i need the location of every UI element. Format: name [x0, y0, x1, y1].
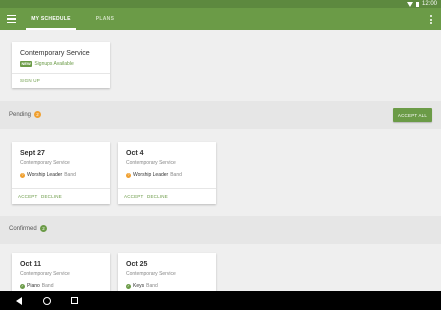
- pending-card: Sept 27 Contemporary Service ? Worship L…: [12, 142, 110, 204]
- card-divider: [12, 73, 110, 74]
- system-nav-bar: [0, 291, 441, 310]
- card-date: Oct 25: [126, 261, 148, 268]
- decline-button[interactable]: DECLINE: [41, 194, 62, 199]
- card-service: Contemporary Service: [20, 271, 70, 277]
- home-button[interactable]: [41, 295, 52, 306]
- confirmed-count-badge: 2: [40, 225, 47, 232]
- signup-subtitle: Signups Available: [34, 61, 74, 67]
- pending-section-header: [0, 101, 441, 129]
- check-circle-icon: ✓: [126, 283, 131, 289]
- status-time: 12:00: [421, 1, 437, 7]
- back-icon: [15, 296, 22, 305]
- card-service: Contemporary Service: [126, 271, 176, 277]
- confirmed-section-header: [0, 216, 441, 244]
- pending-label: Pending: [9, 112, 32, 118]
- team-name: Band: [170, 172, 182, 178]
- team-name: Band: [146, 283, 158, 289]
- card-role: ✓ Piano Band: [20, 283, 53, 289]
- role-name: Keys: [133, 283, 145, 289]
- recents-icon: [71, 297, 78, 304]
- card-service: Contemporary Service: [20, 160, 70, 166]
- accept-button[interactable]: ACCEPT: [18, 194, 37, 199]
- card-divider: [12, 188, 110, 189]
- card-role: ✓ Keys Band: [126, 283, 158, 289]
- sign-up-button[interactable]: SIGN UP: [20, 78, 40, 83]
- role-name: Piano: [27, 283, 40, 289]
- card-date: Sept 27: [20, 150, 45, 157]
- battery-icon: [415, 1, 419, 7]
- overflow-menu-icon[interactable]: [430, 15, 433, 24]
- question-circle-icon: ?: [20, 172, 25, 178]
- role-name: Worship Leader: [27, 172, 63, 178]
- card-role: ? Worship Leader Band: [126, 172, 182, 178]
- signup-status: NEW Signups Available: [20, 61, 74, 67]
- confirmed-label: Confirmed: [9, 226, 37, 232]
- tab-plans[interactable]: PLANS: [88, 8, 122, 30]
- signup-card-title: Contemporary Service: [20, 50, 90, 57]
- role-name: Worship Leader: [133, 172, 169, 178]
- pending-count-badge: 2: [34, 111, 41, 118]
- decline-button[interactable]: DECLINE: [147, 194, 168, 199]
- card-service: Contemporary Service: [126, 160, 176, 166]
- accept-button[interactable]: ACCEPT: [124, 194, 143, 199]
- menu-icon[interactable]: [7, 15, 16, 23]
- back-button[interactable]: [13, 295, 24, 306]
- card-date: Oct 11: [20, 261, 42, 268]
- app-bar: MY SCHEDULE PLANS: [0, 8, 441, 30]
- pending-card: Oct 4 Contemporary Service ? Worship Lea…: [118, 142, 216, 204]
- team-name: Band: [41, 283, 54, 289]
- card-date: Oct 4: [126, 150, 144, 157]
- card-divider: [118, 188, 216, 189]
- question-circle-icon: ?: [126, 172, 131, 178]
- new-badge: NEW: [20, 61, 33, 67]
- signup-card: Contemporary Service NEW Signups Availab…: [12, 42, 110, 88]
- team-name: Band: [64, 172, 76, 178]
- check-circle-icon: ✓: [20, 283, 25, 289]
- wifi-icon: [406, 1, 413, 7]
- accept-all-button[interactable]: ACCEPT ALL: [393, 108, 432, 122]
- card-role: ? Worship Leader Band: [20, 172, 76, 178]
- recents-button[interactable]: [69, 295, 80, 306]
- status-bar: 12:00: [0, 0, 441, 8]
- tab-my-schedule[interactable]: MY SCHEDULE: [26, 8, 76, 30]
- home-icon: [42, 296, 51, 305]
